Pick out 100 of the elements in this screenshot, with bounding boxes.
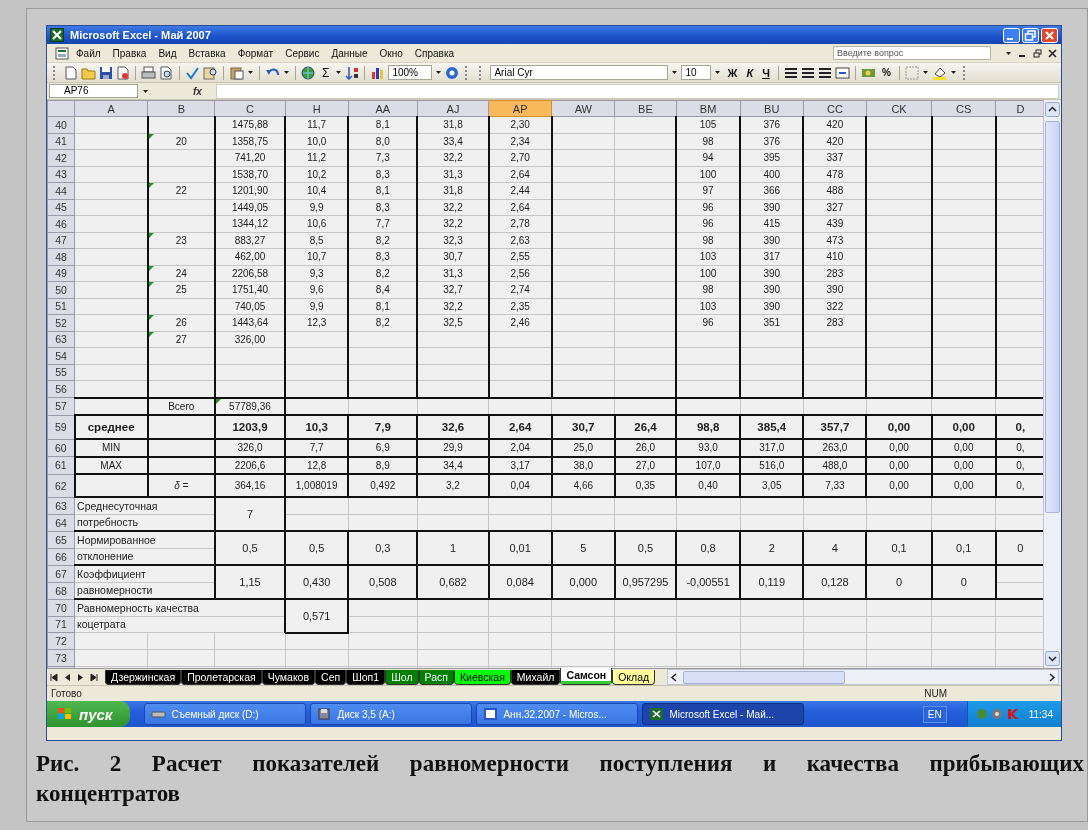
clipboard-icon[interactable]	[229, 65, 244, 80]
column-header[interactable]: AP	[488, 100, 552, 117]
column-header[interactable]: CS	[931, 100, 996, 117]
taskbar-button[interactable]: Анн.32.2007 - Micros...	[476, 703, 639, 725]
previous-sheet-icon[interactable]	[62, 671, 73, 683]
help-search-field[interactable]: Введите вопрос	[833, 46, 991, 60]
function-button[interactable]: fx	[153, 85, 212, 97]
italic-button[interactable]: К	[743, 65, 757, 80]
table-cell: 1	[417, 531, 489, 565]
caret-icon[interactable]	[671, 69, 679, 76]
column-header[interactable]: A	[74, 100, 148, 117]
table-cell: 0,128	[803, 565, 867, 599]
column-header[interactable]: BU	[740, 100, 804, 117]
print-icon[interactable]	[141, 65, 156, 80]
menu-item[interactable]: Вставка	[183, 47, 231, 59]
column-header[interactable]: AJ	[417, 100, 489, 117]
caret-icon[interactable]	[949, 69, 957, 76]
tray-icon[interactable]	[990, 708, 1003, 720]
horizontal-scrollbar[interactable]	[667, 669, 1059, 685]
globe-icon[interactable]	[301, 65, 316, 80]
sheet-tab[interactable]: Расп	[418, 670, 454, 685]
column-header[interactable]: BM	[676, 100, 741, 117]
menu-item[interactable]: Правка	[107, 47, 152, 59]
row-header[interactable]: 62	[47, 474, 75, 497]
sheet-tab[interactable]: Пролетарская	[181, 670, 262, 685]
column-header[interactable]: AW	[551, 100, 615, 117]
status-text: Готово	[51, 688, 83, 699]
sheet-tab[interactable]: Самсон	[560, 668, 613, 685]
print-preview-icon[interactable]	[159, 65, 174, 80]
menu-item[interactable]: Сервис	[280, 47, 325, 59]
last-sheet-icon[interactable]	[88, 671, 99, 683]
caret-icon[interactable]	[283, 69, 290, 76]
sheet-tab[interactable]: Шоп1	[346, 670, 386, 685]
first-sheet-icon[interactable]	[49, 671, 60, 683]
row-header[interactable]: 59	[47, 415, 75, 439]
restore-icon[interactable]	[1033, 48, 1042, 58]
next-sheet-icon[interactable]	[75, 671, 86, 683]
caret-icon[interactable]	[335, 69, 343, 76]
chart-icon[interactable]	[370, 65, 386, 80]
menu-item[interactable]: Вид	[153, 47, 182, 59]
language-indicator[interactable]: EN	[922, 705, 947, 723]
column-header[interactable]: H	[285, 100, 349, 117]
column-header[interactable]: C	[214, 100, 286, 117]
column-header[interactable]: CC	[803, 100, 867, 117]
sheet-tab[interactable]: Михайл	[510, 670, 561, 685]
scroll-thumb[interactable]	[683, 670, 846, 684]
table-cell: Коэффициент	[74, 565, 215, 582]
save-icon[interactable]	[99, 65, 113, 80]
sheet-tab[interactable]: Оклад	[612, 670, 656, 685]
align-left-icon[interactable]	[783, 65, 798, 80]
new-document-icon[interactable]	[64, 65, 78, 80]
font-field[interactable]: Arial Cyr	[490, 65, 669, 80]
column-header[interactable]: B	[147, 100, 215, 117]
formula-field[interactable]	[215, 83, 1059, 99]
autosum-button[interactable]: Σ	[319, 65, 333, 80]
align-center-icon[interactable]	[800, 65, 815, 80]
close-icon[interactable]	[1048, 48, 1057, 58]
column-header[interactable]: BE	[614, 100, 676, 117]
sort-icon[interactable]	[345, 65, 360, 80]
bold-button[interactable]: Ж	[724, 65, 741, 80]
menu-item[interactable]: Окно	[374, 47, 408, 59]
name-box[interactable]: AP76	[49, 84, 138, 98]
scroll-down-icon[interactable]	[1045, 651, 1060, 666]
caret-icon[interactable]	[1005, 49, 1012, 57]
caret-icon[interactable]	[714, 69, 722, 76]
menu-item[interactable]: Справка	[409, 47, 460, 59]
menu-item[interactable]: Файл	[71, 47, 106, 59]
zoom-field[interactable]: 100%	[388, 65, 433, 80]
sheet-tab[interactable]: Чумаков	[261, 670, 316, 685]
merge-cells-icon[interactable]	[834, 65, 850, 80]
spellcheck-icon[interactable]	[185, 65, 200, 80]
vertical-scrollbar[interactable]	[1043, 100, 1061, 668]
table-cell: 5	[551, 531, 615, 565]
taskbar-button[interactable]: Microsoft Excel - Май...	[642, 703, 805, 725]
scroll-up-icon[interactable]	[1045, 102, 1060, 117]
menu-item[interactable]: Формат	[232, 47, 279, 59]
percent-button[interactable]: %	[878, 65, 894, 80]
caret-icon[interactable]	[247, 69, 254, 76]
sheet-tab[interactable]: Киевская	[453, 670, 511, 685]
font-size-field[interactable]: 10	[681, 65, 712, 80]
menu-item[interactable]: Данные	[326, 47, 373, 59]
caret-icon[interactable]	[921, 69, 929, 76]
minimize-button[interactable]	[1003, 27, 1020, 43]
taskbar-button[interactable]: Диск 3,5 (A:)	[310, 703, 473, 725]
caret-icon[interactable]	[435, 69, 443, 76]
align-right-icon[interactable]	[817, 65, 832, 80]
caret-icon[interactable]	[142, 87, 149, 95]
underline-button[interactable]: Ч	[759, 65, 773, 80]
table-cell: 4	[803, 531, 867, 565]
column-header[interactable]: CK	[866, 100, 932, 117]
taskbar-button[interactable]: Съемный диск (D:)	[144, 703, 307, 725]
column-header[interactable]: D	[995, 100, 1043, 117]
sheet-tab[interactable]: Дзержинская	[105, 670, 182, 685]
scroll-thumb[interactable]	[1045, 121, 1060, 513]
fill-color-icon[interactable]	[931, 65, 947, 80]
sheet-tab[interactable]: Шол	[385, 670, 419, 685]
restore-button[interactable]	[1022, 27, 1039, 43]
column-header[interactable]: AA	[348, 100, 418, 117]
sheet-tab[interactable]: Сеп	[315, 670, 347, 685]
close-button[interactable]	[1041, 27, 1058, 43]
